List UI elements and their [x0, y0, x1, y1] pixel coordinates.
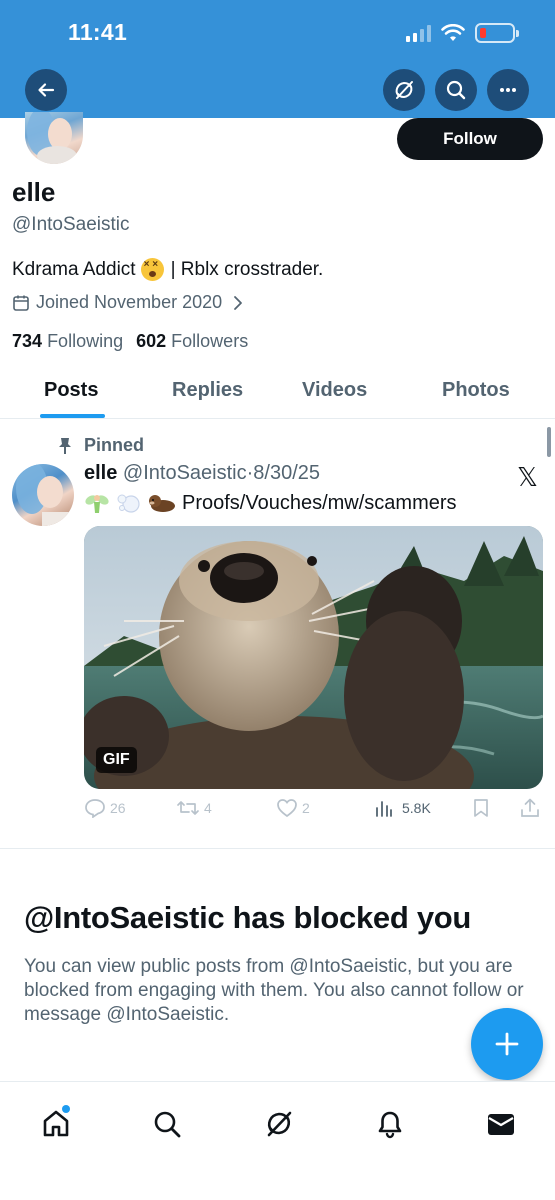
profile-avatar[interactable] [25, 112, 83, 164]
gif-badge: GIF [96, 747, 137, 773]
views-chart-icon [376, 801, 392, 817]
dizzy-face-emoji-icon [140, 258, 164, 281]
joined-text: Joined November 2020 [36, 292, 223, 312]
profile-name: elle [12, 177, 56, 207]
views-count: 5.8K [402, 800, 431, 816]
profile-stats: 734 Following 602 Followers [12, 331, 248, 352]
more-button[interactable] [487, 69, 529, 111]
grok-icon [267, 1111, 292, 1137]
following-label: Following [47, 331, 124, 351]
followers-link[interactable]: 602 Followers [136, 331, 248, 352]
bio-text-end: | Rblx crosstrader. [170, 258, 324, 280]
more-icon [500, 88, 516, 92]
like-count: 2 [302, 800, 310, 816]
mail-icon [488, 1114, 514, 1135]
compose-post-button[interactable] [471, 1008, 543, 1080]
tabs-divider [0, 418, 555, 419]
followers-count: 602 [136, 331, 167, 351]
avatar-image [27, 112, 77, 164]
back-button[interactable] [25, 69, 67, 111]
fairy-emoji-icon [85, 495, 109, 513]
scrollbar[interactable] [547, 427, 551, 457]
grok-button[interactable] [383, 69, 425, 111]
post-actions: 26 4 2 5.8K [84, 798, 546, 826]
bottom-navigation [0, 1081, 555, 1200]
profile-handle: @IntoSaeistic [12, 214, 130, 235]
nav-search[interactable] [150, 1107, 184, 1141]
tab-posts[interactable]: Posts [44, 379, 98, 402]
pinned-label: Pinned [58, 435, 144, 456]
status-icons [406, 20, 519, 46]
profile-header: 11:41 [0, 0, 555, 118]
nav-grok[interactable] [262, 1107, 296, 1141]
section-divider [0, 848, 555, 849]
otter-emoji-icon [149, 495, 175, 512]
followers-label: Followers [171, 331, 249, 351]
post-body-text: Proofs/Vouches/mw/scammers [182, 491, 457, 514]
bookmark-icon [474, 799, 488, 817]
nav-messages[interactable] [484, 1107, 518, 1141]
post-text: Proofs/Vouches/mw/scammers [84, 491, 457, 515]
post-author-handle[interactable]: @IntoSaeistic [123, 462, 247, 484]
post-date[interactable]: 8/30/25 [253, 462, 320, 484]
back-arrow-icon [38, 83, 55, 97]
heart-icon [277, 799, 297, 818]
repost-count: 4 [204, 800, 212, 816]
tab-videos[interactable]: Videos [302, 379, 367, 402]
follow-button[interactable]: Follow [397, 118, 543, 160]
search-icon [446, 80, 466, 100]
wifi-icon [441, 24, 465, 41]
calendar-icon [13, 295, 29, 311]
plus-icon [495, 1032, 519, 1056]
battery-icon [475, 23, 519, 43]
status-time: 11:41 [68, 19, 128, 45]
tab-photos[interactable]: Photos [442, 379, 510, 402]
bio-text-start: Kdrama Addict [12, 258, 136, 280]
cellular-signal-icon [406, 24, 431, 42]
search-button[interactable] [435, 69, 477, 111]
reply-icon [85, 799, 105, 818]
reply-count: 26 [110, 800, 126, 816]
like-button[interactable]: 2 [276, 798, 310, 818]
share-icon [521, 798, 539, 817]
blocked-title: @IntoSaeistic has blocked you [24, 900, 472, 935]
home-notification-dot [62, 1105, 70, 1113]
views-button[interactable]: 5.8K [374, 798, 431, 818]
following-count: 734 [12, 331, 43, 351]
post-author-name[interactable]: elle [84, 462, 117, 484]
repost-icon [177, 801, 199, 815]
tab-replies[interactable]: Replies [172, 379, 243, 402]
profile-bio: Kdrama Addict | Rblx crosstrader. [12, 258, 323, 281]
blocked-message: You can view public posts from @IntoSaei… [24, 956, 524, 1025]
bell-icon [378, 1111, 402, 1139]
share-button[interactable] [520, 798, 540, 818]
avatar-image [16, 464, 72, 526]
post-header: elle @IntoSaeistic·8/30/25 [84, 462, 320, 485]
pinned-text: Pinned [84, 435, 145, 455]
bookmark-button[interactable] [472, 798, 490, 818]
grok-icon [395, 81, 413, 99]
x-logo-icon: 𝕏 [517, 463, 538, 493]
post-author-avatar[interactable] [12, 464, 74, 526]
nav-notifications[interactable] [373, 1107, 407, 1141]
joined-date: Joined November 2020 [12, 292, 244, 313]
following-link[interactable]: 734 Following [12, 331, 123, 352]
pin-icon [59, 437, 71, 454]
chevron-right-icon[interactable] [232, 295, 244, 311]
reply-button[interactable]: 26 [84, 798, 126, 818]
otter-gif-image [84, 526, 543, 789]
post-gif-media[interactable]: GIF [84, 526, 543, 789]
search-icon [154, 1111, 181, 1138]
bubbles-emoji-icon [117, 494, 140, 513]
repost-button[interactable]: 4 [176, 798, 212, 818]
